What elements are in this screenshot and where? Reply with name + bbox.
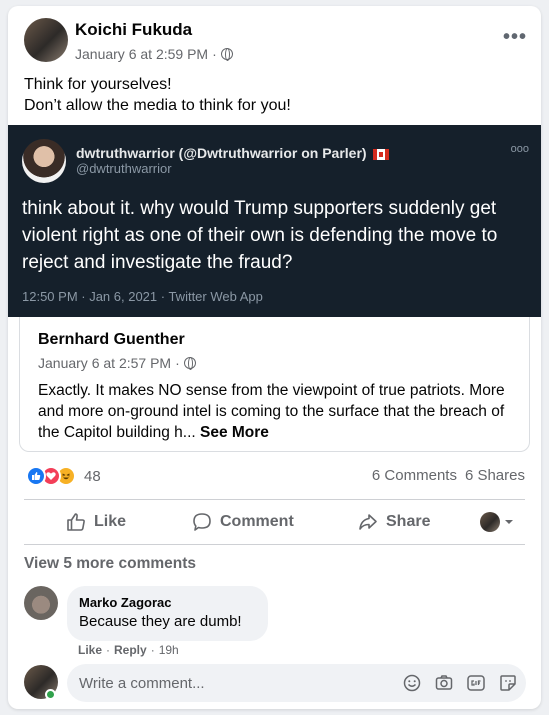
commenter-avatar[interactable] [24,586,58,620]
canada-flag-icon [373,148,390,160]
post-card: Koichi Fukuda January 6 at 2:59 PM · •••… [8,6,541,709]
reaction-count: 48 [84,467,101,485]
tweet-body: think about it. why would Trump supporte… [22,198,498,273]
post-text-line: Don’t allow the media to think for you! [24,97,291,114]
meta-separator: · [175,355,180,371]
comment-like-link[interactable]: Like [78,643,102,657]
chevron-down-icon [505,520,513,524]
comment-reply-link[interactable]: Reply [114,643,147,657]
share-arrow-icon [359,514,377,530]
shared-text: Exactly. It makes NO sense from the view… [38,380,523,443]
online-status-indicator [45,689,56,700]
divider [24,544,525,545]
post-text-line: Think for yourselves! [24,76,172,93]
view-more-comments-link[interactable]: View 5 more comments [24,555,196,573]
reactions-summary[interactable]: 48 [26,466,101,486]
post-meta: January 6 at 2:59 PM · [75,46,233,62]
comment-actions: Like · Reply · 19h [78,643,179,657]
more-options-icon[interactable]: ••• [503,26,527,49]
comment-text: Because they are dumb! [79,613,242,630]
tweet-display-name-text: dwtruthwarrior (@Dwtruthwarrior on Parle… [76,145,367,161]
comment-separator: · [150,643,155,657]
post-author-name[interactable]: Koichi Fukuda [75,20,192,40]
shared-post[interactable]: Bernhard Guenther January 6 at 2:57 PM ·… [19,317,530,452]
comment-age[interactable]: 19h [159,643,179,657]
user-avatar-small [480,512,500,532]
tweet-avatar [22,139,66,183]
gif-icon[interactable] [466,673,486,693]
author-avatar[interactable] [24,18,68,62]
audience-selector[interactable] [480,508,514,536]
like-button-label: Like [94,513,127,530]
comment-bubble: Marko Zagorac Because they are dumb! [67,586,268,641]
tweet-screenshot[interactable]: dwtruthwarrior (@Dwtruthwarrior on Parle… [8,125,541,317]
globe-icon [183,357,196,370]
engagement-counts: 6 Comments 6 Shares [372,467,525,484]
comment-composer[interactable] [67,664,526,702]
composer-icons [402,673,518,693]
camera-icon[interactable] [434,673,454,693]
share-button-label: Share [386,513,431,530]
shared-text-body: Exactly. It makes NO sense from the view… [38,382,505,441]
comment-separator: · [106,643,111,657]
emoji-icon[interactable] [402,673,422,693]
shared-author-name[interactable]: Bernhard Guenther [38,331,185,349]
tweet-time: 12:50 PM · Jan 6, 2021 · Twitter Web App [22,289,263,304]
shares-count-link[interactable]: 6 Shares [465,467,525,484]
sticker-icon[interactable] [498,673,518,693]
thumbs-up-icon [67,513,85,531]
post-text: Think for yourselves! Don’t allow the me… [24,74,291,116]
tweet-more-icon: ooo [510,143,529,155]
comment-bubble-icon [193,513,211,531]
comment-input[interactable] [79,664,399,702]
meta-separator: · [212,46,217,62]
share-button[interactable]: Share [358,508,430,536]
divider [24,499,525,500]
comment-button-label: Comment [220,513,294,530]
shared-timestamp[interactable]: January 6 at 2:57 PM [38,355,171,371]
comment-author[interactable]: Marko Zagorac [79,595,171,610]
tweet-handle: @dwtruthwarrior [76,161,172,176]
like-reaction-icon [26,466,46,486]
see-more-link[interactable]: See More [200,424,269,441]
comments-count-link[interactable]: 6 Comments [372,467,457,484]
tweet-display-name: dwtruthwarrior (@Dwtruthwarrior on Parle… [76,145,390,161]
globe-icon [220,48,233,61]
post-timestamp[interactable]: January 6 at 2:59 PM [75,46,208,62]
like-button[interactable]: Like [66,508,126,536]
shared-meta: January 6 at 2:57 PM · [38,355,196,371]
comment-button[interactable]: Comment [192,508,294,536]
